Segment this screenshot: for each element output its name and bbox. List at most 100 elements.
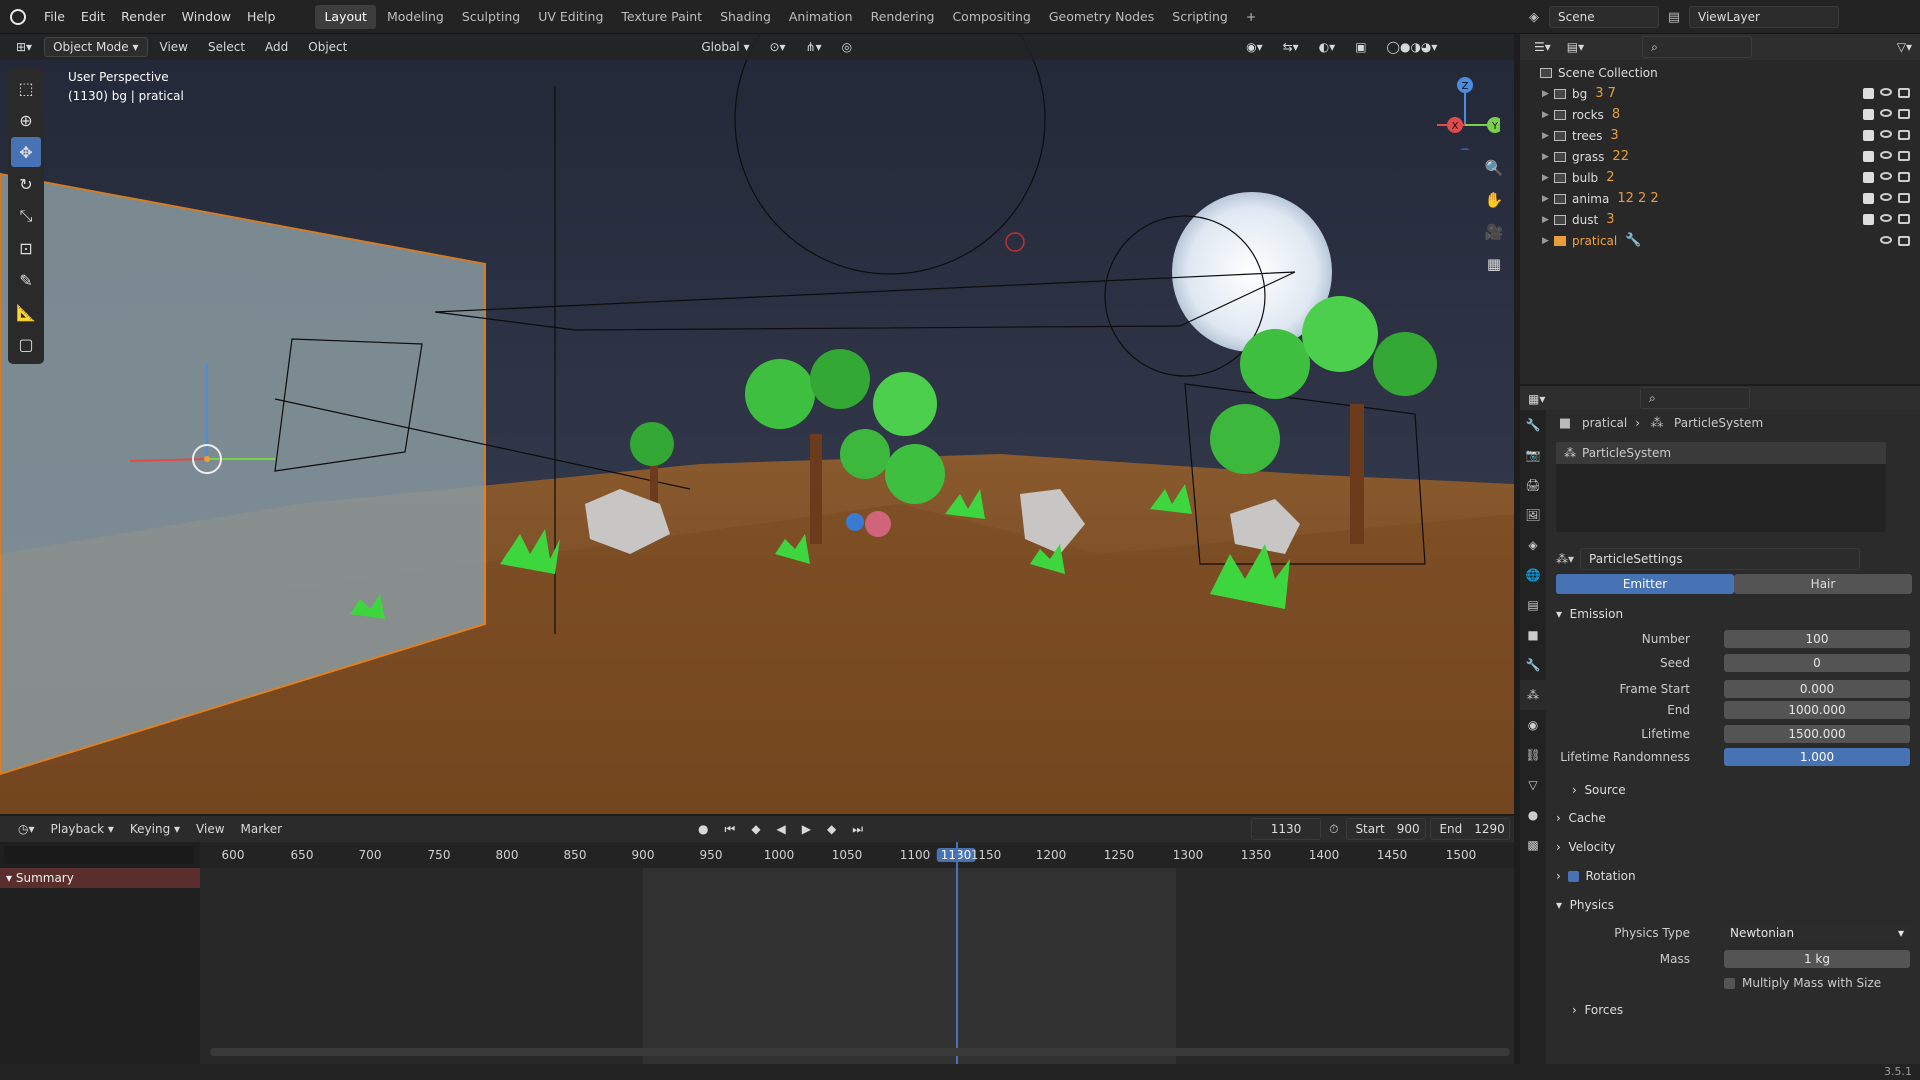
eye-icon[interactable] <box>1880 235 1892 244</box>
3d-viewport[interactable]: ⊞▾ Object Mode ▾ View Select Add Object … <box>0 34 1514 814</box>
expand-icon[interactable]: ▶ <box>1542 236 1554 246</box>
outliner-row-rocks[interactable]: ▶ rocks 8 <box>1520 104 1920 125</box>
proportional-edit-icon[interactable]: ◎ <box>834 34 860 60</box>
eye-icon[interactable] <box>1880 88 1892 96</box>
workspace-tab-compositing[interactable]: Compositing <box>943 0 1039 34</box>
annotate-icon[interactable]: ✎ <box>11 265 41 295</box>
menu-object[interactable]: Object <box>300 34 355 60</box>
workspace-tab-sculpting[interactable]: Sculpting <box>453 0 529 34</box>
scene-icon[interactable]: ◈ <box>1525 8 1543 26</box>
lifetime-field[interactable]: 1500.000 <box>1724 725 1910 743</box>
menu-window[interactable]: Window <box>174 0 239 34</box>
scene-field[interactable]: Scene <box>1549 6 1659 28</box>
outliner-row-anima[interactable]: ▶ anima 12 2 2 <box>1520 188 1920 209</box>
playhead-line[interactable] <box>956 842 958 1064</box>
lifetime-randomness-field[interactable]: 1.000 <box>1724 748 1910 766</box>
transform-icon[interactable]: ⊡ <box>11 233 41 263</box>
ortho-grid-icon[interactable]: ▦ <box>1480 250 1508 278</box>
number-field[interactable]: 100 <box>1724 630 1910 648</box>
play-icon[interactable]: ▶ <box>794 816 819 842</box>
modifier-tab-icon[interactable]: 🔧 <box>1520 650 1546 680</box>
outliner-row-trees[interactable]: ▶ trees 3 <box>1520 125 1920 146</box>
render-camera-icon[interactable] <box>1898 88 1910 98</box>
eye-icon[interactable] <box>1880 172 1892 180</box>
timeline-editor-icon[interactable]: ◷▾ <box>10 816 43 842</box>
menu-help[interactable]: Help <box>239 0 284 34</box>
scene-collection-row[interactable]: Scene Collection <box>1520 62 1920 83</box>
orientation-dropdown[interactable]: Global ▾ <box>693 34 757 60</box>
zoom-icon[interactable]: 🔍 <box>1480 154 1508 182</box>
overlay-toggle-icon[interactable]: ◐▾ <box>1311 34 1344 60</box>
rotation-checkbox[interactable] <box>1568 870 1580 882</box>
prev-keyframe-icon[interactable]: ◆ <box>743 816 768 842</box>
menu-edit[interactable]: Edit <box>73 0 113 34</box>
display-mode-icon[interactable]: ▤▾ <box>1559 34 1592 60</box>
current-frame-field[interactable]: 1130 <box>1251 818 1322 840</box>
exclude-checkbox[interactable] <box>1863 130 1874 141</box>
render-camera-icon[interactable] <box>1898 151 1910 161</box>
jump-start-icon[interactable]: ⏮ <box>717 816 744 842</box>
expand-icon[interactable]: ▶ <box>1542 194 1554 204</box>
hair-tab[interactable]: Hair <box>1734 574 1912 594</box>
render-tab-icon[interactable]: 📷 <box>1520 440 1546 470</box>
particle-systems-list[interactable]: ⁂ ParticleSystem <box>1556 442 1886 532</box>
forces-subsection[interactable]: › Forces <box>1548 998 1918 1022</box>
menu-render[interactable]: Render <box>113 0 174 34</box>
select-box-icon[interactable]: ⬚ <box>11 73 41 103</box>
emission-section-header[interactable]: ▾ Emission <box>1548 602 1918 626</box>
eye-icon[interactable] <box>1880 109 1892 117</box>
menu-select[interactable]: Select <box>200 34 253 60</box>
list-item-particle-system[interactable]: ⁂ ParticleSystem <box>1556 442 1886 464</box>
workspace-tab-layout[interactable]: Layout <box>315 5 376 29</box>
menu-marker[interactable]: Marker <box>233 816 290 842</box>
workspace-tab-animation[interactable]: Animation <box>780 0 862 34</box>
physics-section[interactable]: ▾ Physics <box>1548 893 1918 917</box>
eye-icon[interactable] <box>1880 151 1892 159</box>
eye-icon[interactable] <box>1880 193 1892 201</box>
render-camera-icon[interactable] <box>1898 214 1910 224</box>
properties-editor-icon[interactable]: ▦▾ <box>1520 392 1553 406</box>
end-field[interactable]: 1000.000 <box>1724 701 1910 719</box>
exclude-checkbox[interactable] <box>1863 172 1874 183</box>
rotation-section[interactable]: › Rotation <box>1548 864 1918 888</box>
expand-icon[interactable]: ▶ <box>1542 173 1554 183</box>
timeline-ruler[interactable]: 600 650 700 750 800 850 900 950 1000 105… <box>200 842 1514 868</box>
camera-view-icon[interactable]: 🎥 <box>1480 218 1508 246</box>
exclude-checkbox[interactable] <box>1863 214 1874 225</box>
render-camera-icon[interactable] <box>1898 193 1910 203</box>
expand-icon[interactable]: ▶ <box>1542 152 1554 162</box>
expand-icon[interactable]: ▶ <box>1542 215 1554 225</box>
workspace-tab-texture-paint[interactable]: Texture Paint <box>612 0 711 34</box>
constraints-tab-icon[interactable]: ⛓ <box>1520 740 1546 770</box>
eye-icon[interactable] <box>1880 214 1892 222</box>
exclude-checkbox[interactable] <box>1863 88 1874 99</box>
start-frame-field[interactable]: Start 900 <box>1346 818 1427 840</box>
move-icon[interactable]: ✥ <box>11 137 41 167</box>
view-layer-icon[interactable]: ▤ <box>1665 8 1683 26</box>
mass-field[interactable]: 1 kg <box>1724 950 1910 968</box>
workspace-tab-uv-editing[interactable]: UV Editing <box>529 0 612 34</box>
visibility-icon[interactable]: ◉▾ <box>1238 34 1271 60</box>
play-reverse-icon[interactable]: ◀ <box>769 816 794 842</box>
material-tab-icon[interactable]: ● <box>1520 800 1546 830</box>
stopwatch-icon[interactable]: ⏱ <box>1321 816 1346 842</box>
workspace-tab-rendering[interactable]: Rendering <box>862 0 944 34</box>
particles-tab-icon[interactable]: ⁂ <box>1520 680 1546 710</box>
multiply-mass-checkbox[interactable] <box>1724 977 1735 989</box>
workspace-tab-modeling[interactable]: Modeling <box>378 0 453 34</box>
physics-tab-icon[interactable]: ◉ <box>1520 710 1546 740</box>
outliner-row-grass[interactable]: ▶ grass 22 <box>1520 146 1920 167</box>
add-workspace-icon[interactable]: + <box>1237 0 1265 34</box>
expand-icon[interactable]: ▶ <box>1542 110 1554 120</box>
view-layer-field[interactable]: ViewLayer <box>1689 6 1839 28</box>
view-layer-tab-icon[interactable]: 🖼 <box>1520 500 1546 530</box>
expand-icon[interactable]: ▶ <box>1542 131 1554 141</box>
outliner-editor-icon[interactable]: ☰▾ <box>1526 34 1559 60</box>
render-camera-icon[interactable] <box>1898 235 1910 246</box>
velocity-section[interactable]: › Velocity <box>1548 835 1918 859</box>
menu-playback[interactable]: Playback ▾ <box>43 816 122 842</box>
navigation-gizmo[interactable]: Z X Y <box>1420 70 1503 162</box>
cache-section[interactable]: › Cache <box>1548 806 1918 830</box>
texture-tab-icon[interactable]: ▩ <box>1520 830 1546 860</box>
menu-view[interactable]: View <box>152 34 196 60</box>
